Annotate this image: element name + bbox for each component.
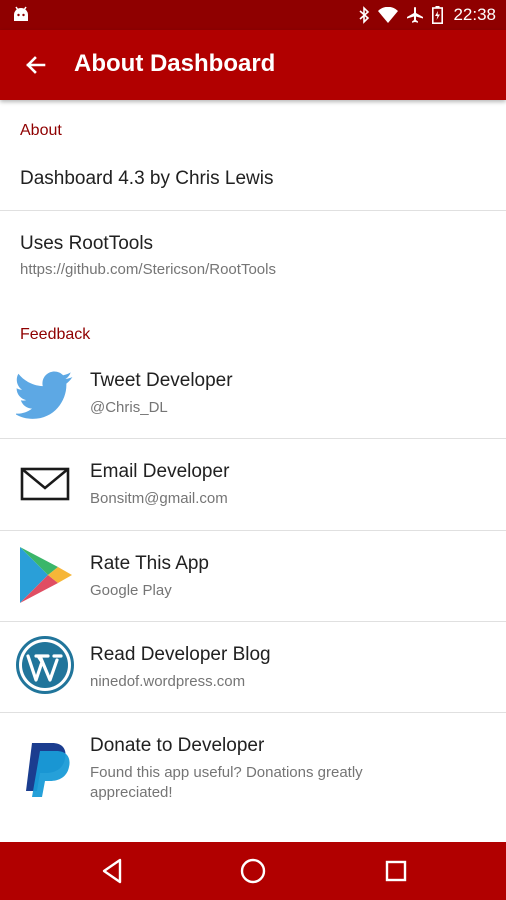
- section-header-feedback: Feedback: [20, 326, 91, 343]
- feedback-item-title: Donate to Developer: [90, 735, 265, 756]
- envelope-icon: [20, 467, 70, 501]
- feedback-item-subtitle-line2: appreciated!: [90, 784, 173, 801]
- android-notification-icon: [14, 6, 28, 21]
- version-row[interactable]: Dashboard 4.3 by Chris Lewis: [0, 164, 506, 210]
- feedback-item-title: Email Developer: [90, 461, 230, 482]
- twitter-icon: [16, 371, 73, 419]
- feedback-item-title: Tweet Developer: [90, 370, 233, 391]
- navigation-bar: [0, 842, 506, 900]
- feedback-item-title: Read Developer Blog: [90, 644, 271, 665]
- wifi-icon: [378, 7, 399, 23]
- version-title: Dashboard 4.3 by Chris Lewis: [20, 168, 274, 189]
- feedback-item-subtitle: @Chris_DL: [90, 399, 168, 416]
- feedback-item-rate[interactable]: Rate This App Google Play: [0, 531, 506, 621]
- feedback-item-subtitle: Bonsitm@gmail.com: [90, 490, 228, 507]
- page-title: About Dashboard: [74, 50, 276, 77]
- feedback-item-subtitle: Google Play: [90, 582, 172, 599]
- nav-back-icon[interactable]: [96, 855, 128, 887]
- section-header-about: About: [20, 122, 62, 139]
- feedback-item-email[interactable]: Email Developer Bonsitm@gmail.com: [0, 439, 506, 529]
- wordpress-icon: [16, 636, 74, 694]
- bluetooth-icon: [359, 6, 370, 24]
- feedback-item-subtitle: ninedof.wordpress.com: [90, 673, 246, 690]
- nav-home-icon[interactable]: [237, 855, 269, 887]
- about-list: About Dashboard 4.3 by Chris Lewis Uses …: [0, 100, 506, 842]
- roottools-title: Uses RootTools: [20, 233, 154, 254]
- battery-icon: [432, 6, 444, 24]
- roottools-url: https://github.com/Stericson/RootTools: [20, 261, 276, 278]
- nav-recents-icon[interactable]: [380, 855, 412, 887]
- feedback-item-donate[interactable]: Donate to Developer Found this app usefu…: [0, 713, 506, 823]
- feedback-item-tweet[interactable]: Tweet Developer @Chris_DL: [0, 352, 506, 442]
- feedback-item-title: Rate This App: [90, 553, 210, 574]
- feedback-item-subtitle-line1: Found this app useful? Donations greatly: [90, 764, 363, 781]
- app-bar: About Dashboard: [0, 30, 506, 100]
- airplane-icon: [407, 7, 424, 23]
- roottools-row[interactable]: Uses RootTools https://github.com/Steric…: [0, 211, 506, 295]
- paypal-icon: [26, 743, 70, 797]
- feedback-item-blog[interactable]: Read Developer Blog ninedof.wordpress.co…: [0, 622, 506, 712]
- status-clock: 22:38: [453, 5, 496, 24]
- google-play-icon: [20, 547, 72, 603]
- back-arrow-icon[interactable]: [24, 53, 48, 77]
- status-bar: 22:38: [0, 0, 506, 30]
